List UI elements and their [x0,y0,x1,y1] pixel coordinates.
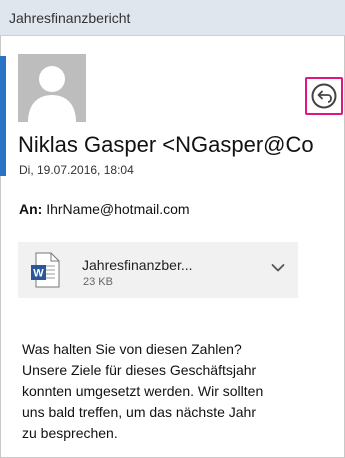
sender-name[interactable]: Niklas Gasper <NGasper@Co [18,132,345,158]
attachment-card[interactable]: W Jahresfinanzber... 23 KB [18,242,298,298]
reply-button[interactable] [305,77,343,115]
svg-text:W: W [33,268,44,280]
body-line: zu besprechen. [22,425,118,441]
recipient-label: An: [19,201,43,217]
body-line: Was halten Sie von diesen Zahlen? [22,341,242,357]
reply-icon [311,83,337,109]
message-body: Was halten Sie von diesen Zahlen? Unsere… [22,339,327,444]
recipient-address[interactable]: IhrName@hotmail.com [46,201,189,217]
attachment-name: Jahresfinanzber... [82,257,193,273]
title-bar: Jahresfinanzbericht [0,0,345,36]
attachment-size: 23 KB [83,276,113,288]
body-line: uns bald treffen, um das nächste Jahr [22,404,256,420]
person-silhouette-icon [18,54,86,122]
unread-accent-bar [0,56,6,176]
sender-avatar [18,54,86,122]
recipient-line: An: IhrName@hotmail.com [19,201,190,217]
email-subject-title: Jahresfinanzbericht [9,10,131,26]
word-document-icon: W [31,252,60,288]
message-date: Di, 19.07.2016, 18:04 [19,163,134,177]
body-line: Unsere Ziele für dieses Geschäftsjahr [22,362,257,378]
chevron-down-icon[interactable] [271,263,285,273]
body-line: konnten umgesetzt werden. Wir sollten [22,383,264,399]
